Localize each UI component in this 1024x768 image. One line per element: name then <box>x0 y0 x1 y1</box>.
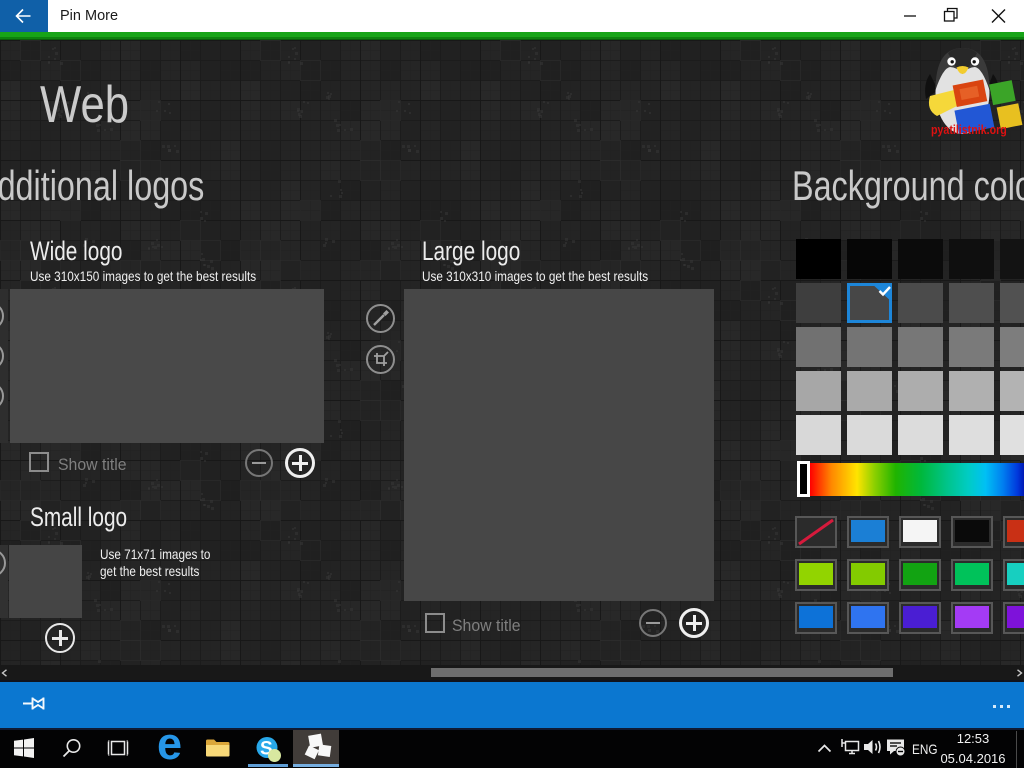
svg-text:pyatilistnik.org: pyatilistnik.org <box>931 122 1007 137</box>
svg-text:e: e <box>157 727 182 763</box>
